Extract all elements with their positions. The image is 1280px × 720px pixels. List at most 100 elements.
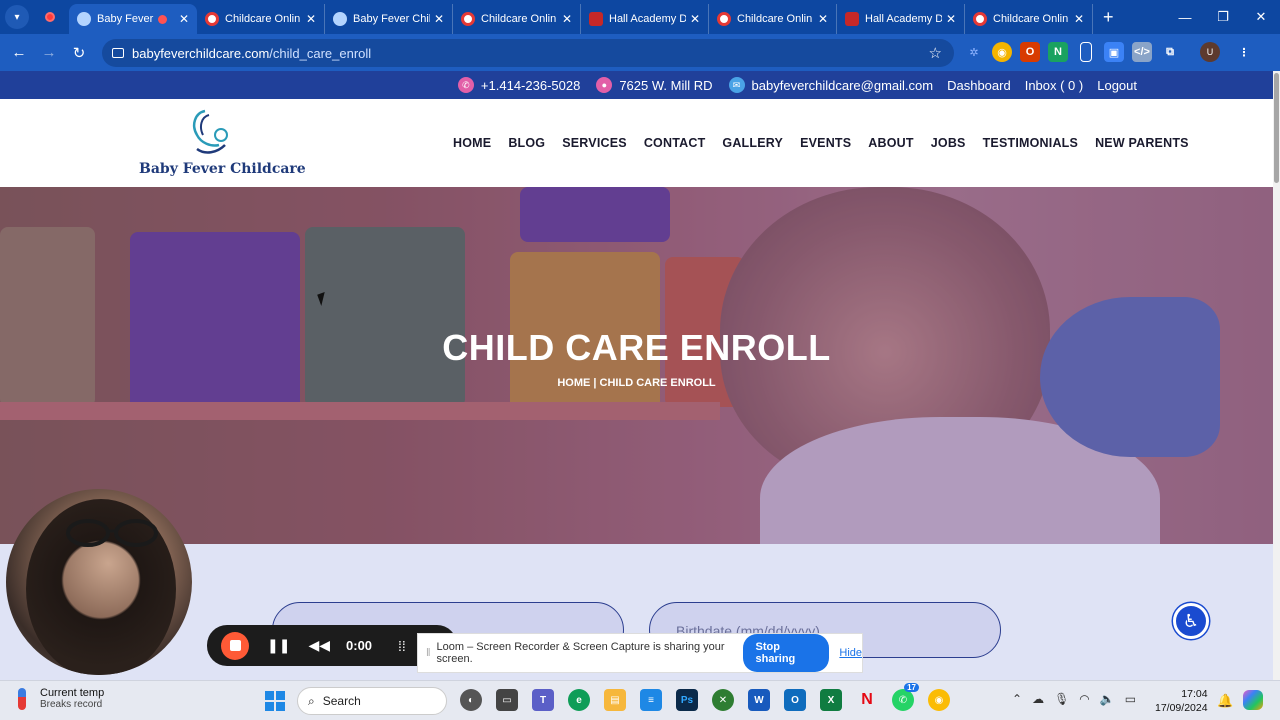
file-explorer-icon[interactable]: ▤ bbox=[604, 689, 626, 711]
browser-tab[interactable]: Childcare Onlin ✕ bbox=[453, 4, 581, 34]
chevron-up-icon[interactable]: ⌃ bbox=[1012, 692, 1022, 706]
netflix-icon[interactable]: N bbox=[856, 689, 878, 711]
breadcrumb[interactable]: HOME | CHILD CARE ENROLL bbox=[0, 377, 1273, 389]
close-tab-icon[interactable]: ✕ bbox=[562, 12, 572, 26]
pause-icon[interactable]: ❚❚ bbox=[267, 637, 290, 654]
close-tab-icon[interactable]: ✕ bbox=[946, 12, 956, 26]
close-tab-icon[interactable]: ✕ bbox=[179, 12, 189, 26]
taskbar-search[interactable]: ⌕ Search bbox=[297, 687, 447, 715]
webcam-bubble[interactable] bbox=[6, 489, 192, 675]
nav-jobs[interactable]: JOBS bbox=[931, 136, 966, 150]
browser-tab[interactable]: Childcare Onlin ✕ bbox=[965, 4, 1093, 34]
close-window-icon[interactable]: ✕ bbox=[1242, 0, 1280, 34]
close-tab-icon[interactable]: ✕ bbox=[818, 12, 828, 26]
drag-handle-icon[interactable]: ‖ bbox=[426, 647, 431, 659]
code-extension-icon[interactable]: </> bbox=[1132, 42, 1152, 62]
bookmark-star-icon[interactable]: ☆ bbox=[929, 44, 942, 62]
excel-icon[interactable]: X bbox=[820, 689, 842, 711]
cloud-icon[interactable]: ☁ bbox=[1032, 692, 1044, 706]
restore-icon[interactable]: ❐ bbox=[1204, 0, 1242, 34]
rewind-icon[interactable]: ◀◀ bbox=[308, 637, 330, 654]
site-logo[interactable]: Baby Fever Childcare bbox=[139, 105, 306, 181]
office-extension-icon[interactable]: O bbox=[1020, 42, 1040, 62]
nav-gallery[interactable]: GALLERY bbox=[722, 136, 783, 150]
address-contact[interactable]: ● 7625 W. Mill RD bbox=[596, 77, 713, 93]
new-tab-icon[interactable]: + bbox=[1103, 7, 1114, 28]
volume-icon[interactable]: 🔈 bbox=[1100, 692, 1115, 706]
scrollbar-thumb[interactable] bbox=[1274, 73, 1279, 183]
copilot-icon[interactable] bbox=[1243, 690, 1263, 710]
tab-recording-icon bbox=[157, 14, 167, 24]
browser-tab[interactable]: Hall Academy D ✕ bbox=[837, 4, 965, 34]
search-label: Search bbox=[322, 694, 361, 708]
stop-sharing-button[interactable]: Stop sharing bbox=[742, 634, 830, 672]
browser-tab[interactable]: Baby Fever ✕ bbox=[69, 4, 197, 34]
main-navigation: HOME BLOG SERVICES CONTACT GALLERY EVENT… bbox=[453, 136, 1189, 150]
nav-home[interactable]: HOME bbox=[453, 136, 491, 150]
browser-tab[interactable]: Baby Fever Chil ✕ bbox=[325, 4, 453, 34]
minimize-icon[interactable]: — bbox=[1166, 0, 1204, 34]
nav-new-parents[interactable]: NEW PARENTS bbox=[1095, 136, 1189, 150]
wifi-icon[interactable]: ◠ bbox=[1079, 692, 1089, 706]
blue-extension-icon[interactable]: ▣ bbox=[1104, 42, 1124, 62]
nav-testimonials[interactable]: TESTIMONIALS bbox=[983, 136, 1078, 150]
browser-tab[interactable]: Childcare Onlin ✕ bbox=[709, 4, 837, 34]
outlook-icon[interactable]: O bbox=[784, 689, 806, 711]
childcare-icon bbox=[461, 12, 475, 26]
nav-events[interactable]: EVENTS bbox=[800, 136, 851, 150]
menu-dots-icon[interactable]: ⋮ bbox=[1234, 42, 1254, 62]
weather-widget[interactable]: Current temp Breaks record bbox=[18, 687, 104, 710]
puzzle-extension-icon[interactable]: ✲ bbox=[964, 42, 984, 62]
site-contact-bar: ✆ +1.414-236-5028 ● 7625 W. Mill RD ✉ ba… bbox=[0, 71, 1273, 99]
address-bar[interactable]: babyfeverchildcare.com/child_care_enroll… bbox=[102, 39, 954, 67]
phone-contact[interactable]: ✆ +1.414-236-5028 bbox=[457, 77, 580, 93]
teams-icon[interactable]: T bbox=[532, 689, 554, 711]
browser-tab[interactable]: Hall Academy D ✕ bbox=[581, 4, 709, 34]
nav-about[interactable]: ABOUT bbox=[868, 136, 913, 150]
nav-services[interactable]: SERVICES bbox=[562, 136, 627, 150]
hero-banner: CHILD CARE ENROLL HOME | CHILD CARE ENRO… bbox=[0, 187, 1273, 544]
app-shortcut-icon[interactable]: ◐ bbox=[460, 689, 482, 711]
thermometer-icon bbox=[18, 687, 26, 710]
close-tab-icon[interactable]: ✕ bbox=[434, 12, 444, 26]
dashboard-link[interactable]: Dashboard bbox=[947, 78, 1011, 93]
reload-icon[interactable]: ↻ bbox=[64, 44, 94, 62]
chrome-extension-icon[interactable]: ◉ bbox=[992, 42, 1012, 62]
nav-contact[interactable]: CONTACT bbox=[644, 136, 706, 150]
forward-arrow-icon[interactable]: → bbox=[34, 44, 64, 61]
nav-blog[interactable]: BLOG bbox=[508, 136, 545, 150]
windows-start-icon[interactable] bbox=[265, 691, 285, 711]
page-scrollbar[interactable] bbox=[1273, 71, 1280, 680]
microphone-icon[interactable]: 🎙 bbox=[1054, 692, 1069, 706]
stop-recording-button[interactable] bbox=[221, 631, 249, 660]
grid-icon[interactable]: ⁞⁞ bbox=[398, 638, 406, 654]
close-tab-icon[interactable]: ✕ bbox=[1074, 12, 1084, 26]
close-tab-icon[interactable]: ✕ bbox=[690, 12, 700, 26]
notepad-icon[interactable]: ≡ bbox=[640, 689, 662, 711]
email-contact[interactable]: ✉ babyfeverchildcare@gmail.com bbox=[728, 77, 933, 93]
site-info-icon[interactable] bbox=[112, 48, 124, 58]
extensions-icon[interactable]: ⧉ bbox=[1160, 42, 1180, 62]
logout-link[interactable]: Logout bbox=[1097, 78, 1137, 93]
back-arrow-icon[interactable]: ← bbox=[4, 44, 34, 61]
battery-icon[interactable]: ▭ bbox=[1125, 692, 1136, 706]
n-extension-icon[interactable]: N bbox=[1048, 42, 1068, 62]
profile-avatar[interactable]: U bbox=[1200, 42, 1220, 62]
close-tab-icon[interactable]: ✕ bbox=[306, 12, 316, 26]
whatsapp-icon[interactable]: ✆ 17 bbox=[892, 683, 919, 711]
whatsapp-badge: 17 bbox=[904, 683, 919, 692]
inbox-link[interactable]: Inbox ( 0 ) bbox=[1025, 78, 1084, 93]
task-view-icon[interactable]: ▭ bbox=[496, 689, 518, 711]
hide-link[interactable]: Hide bbox=[839, 647, 862, 659]
notification-bell-icon[interactable]: 🔔 bbox=[1217, 693, 1233, 709]
edge-icon[interactable]: e bbox=[568, 689, 590, 711]
photoshop-icon[interactable]: Ps bbox=[676, 689, 698, 711]
word-icon[interactable]: W bbox=[748, 689, 770, 711]
accessibility-button[interactable]: ♿ bbox=[1173, 603, 1209, 639]
tab-search-button[interactable]: ▾ bbox=[5, 5, 29, 29]
phone-extension-icon[interactable] bbox=[1080, 42, 1092, 62]
system-clock[interactable]: 17:04 17/09/2024 bbox=[1155, 687, 1208, 715]
browser-tab[interactable]: Childcare Onlin ✕ bbox=[197, 4, 325, 34]
chrome-icon[interactable]: ◉ bbox=[928, 689, 950, 711]
xbox-icon[interactable]: ✕ bbox=[712, 689, 734, 711]
